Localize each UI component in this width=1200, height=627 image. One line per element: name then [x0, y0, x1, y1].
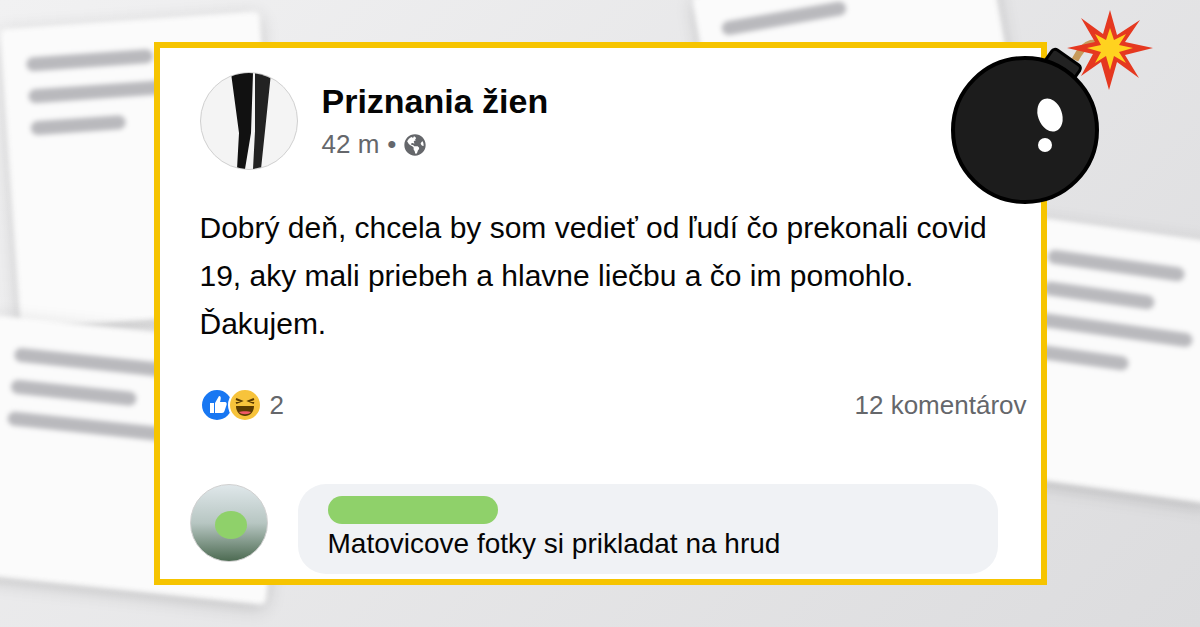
post-text: Dobrý deň, chcela by som vedieť od ľudí … — [200, 204, 1000, 348]
comment-bubble: Matovicove fotky si prikladat na hrud — [298, 484, 998, 574]
reaction-count: 2 — [270, 390, 284, 421]
post-header: Priznania žien 42 m• — [200, 72, 1031, 170]
bomb — [925, 0, 1155, 210]
page-avatar[interactable] — [200, 72, 298, 170]
reaction-bar: 2 12 komentárov — [200, 388, 1031, 422]
bomb-icon — [925, 0, 1155, 210]
redaction-icon — [209, 503, 249, 543]
page: Priznania žien 42 m• Dobrý deň, chcela by … — [0, 0, 1200, 627]
comment-text: Matovicove fotky si prikladat na hrud — [328, 528, 968, 560]
meta-separator: • — [387, 129, 396, 160]
legs-photo-icon — [201, 73, 297, 169]
comment: Matovicove fotky si prikladat na hrud — [190, 484, 1031, 574]
page-name[interactable]: Priznania žien — [322, 82, 549, 121]
post-meta: 42 m• — [322, 129, 549, 160]
reaction-summary[interactable]: 2 — [200, 388, 284, 422]
haha-icon — [228, 388, 262, 422]
globe-icon — [404, 134, 426, 156]
post-time[interactable]: 42 m — [322, 129, 380, 160]
comment-count[interactable]: 12 komentárov — [855, 390, 1027, 421]
commenter-avatar[interactable] — [190, 484, 268, 562]
post-frame: Priznania žien 42 m• Dobrý deň, chcela by … — [154, 42, 1047, 585]
redacted-name — [328, 496, 498, 524]
